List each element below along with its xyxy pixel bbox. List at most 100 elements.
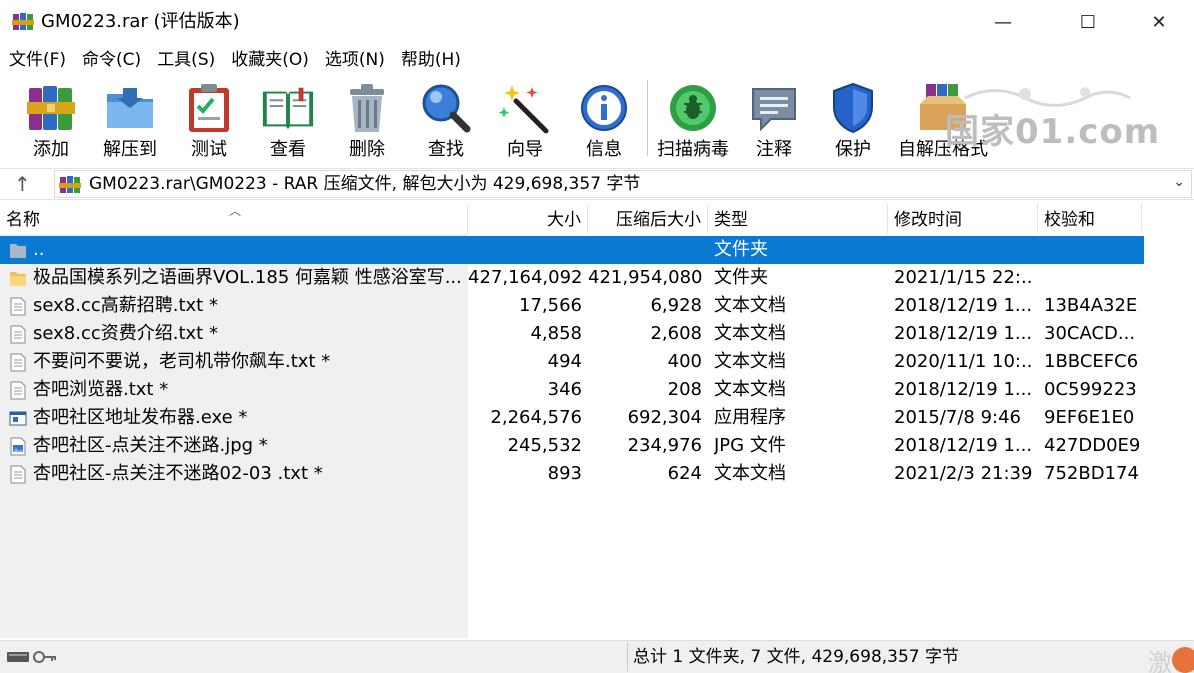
- text-file-icon: [10, 297, 26, 316]
- text-file-icon: [10, 353, 26, 372]
- image-file-icon: [10, 437, 26, 456]
- file-type: 应用程序: [714, 407, 786, 428]
- file-modified: [894, 236, 1034, 264]
- table-row[interactable]: 极品国模系列之语画界VOL.185 何嘉颖 性感浴室写... 427,164,0…: [0, 264, 1144, 292]
- table-row[interactable]: sex8.cc高薪招聘.txt * 17,566 6,928 文本文档 2018…: [0, 292, 1144, 320]
- file-name: 杏吧社区-点关注不迷路.jpg *: [33, 435, 268, 456]
- file-name: sex8.cc高薪招聘.txt *: [33, 295, 218, 316]
- winrar-app-icon: [12, 13, 34, 30]
- file-packed: 692,304: [627, 407, 702, 428]
- table-row[interactable]: sex8.cc资费介绍.txt * 4,858 2,608 文本文档 2018/…: [0, 320, 1144, 348]
- folder-extract-icon: [107, 88, 153, 128]
- file-name: 极品国模系列之语画界VOL.185 何嘉颖 性感浴室写...: [33, 267, 462, 288]
- file-modified: 2015/7/8 9:46: [894, 407, 1021, 428]
- maximize-button[interactable]: ☐: [1053, 0, 1123, 44]
- menu-bar: 文件(F) 命令(C) 工具(S) 收藏夹(O) 选项(N) 帮助(H): [0, 46, 1194, 74]
- column-type[interactable]: 类型: [708, 204, 888, 234]
- watermark-text: 国家01.com: [945, 112, 1161, 152]
- comment-button-label: 注释: [756, 139, 792, 160]
- table-row[interactable]: 杏吧社区-点关注不迷路02-03 .txt * 893 624 文本文档 202…: [0, 460, 1144, 488]
- menu-favorites[interactable]: 收藏夹(O): [222, 46, 316, 74]
- chevron-down-icon[interactable]: ⌄: [1173, 174, 1185, 190]
- file-modified: 2018/12/19 1...: [894, 323, 1033, 344]
- info-button[interactable]: 信息: [565, 76, 643, 164]
- extract-to-button[interactable]: 解压到: [91, 76, 169, 164]
- file-size: 2,264,576: [490, 407, 582, 428]
- file-packed: 400: [667, 351, 702, 372]
- folder-icon: [10, 272, 26, 286]
- file-type: 文本文档: [714, 379, 786, 400]
- file-crc: 0C599223: [1044, 379, 1137, 400]
- file-packed: 208: [667, 379, 702, 400]
- trash-can-icon: [350, 84, 384, 132]
- add-button-label: 添加: [33, 139, 69, 160]
- column-packed[interactable]: 压缩后大小: [588, 204, 708, 234]
- file-name: 不要问不要说，老司机带你飙车.txt *: [33, 351, 331, 372]
- text-file-icon: [10, 465, 26, 484]
- menu-options[interactable]: 选项(N): [316, 46, 392, 74]
- file-crc: 30CACD...: [1044, 323, 1136, 344]
- file-rows: .. 文件夹 极品国模系列之语画界VOL.185 何嘉颖 性感浴室写... 42…: [0, 236, 1144, 488]
- file-name: sex8.cc资费介绍.txt *: [33, 323, 218, 344]
- file-size: 245,532: [507, 435, 582, 456]
- column-modified[interactable]: 修改时间: [888, 204, 1038, 234]
- column-crc[interactable]: 校验和: [1038, 204, 1142, 234]
- file-modified: 2018/12/19 1...: [894, 379, 1033, 400]
- books-add-icon: [27, 86, 75, 130]
- status-divider: [627, 643, 628, 671]
- toolbar-separator: [647, 80, 648, 156]
- wizard-button[interactable]: 向导: [486, 76, 564, 164]
- delete-button[interactable]: 删除: [328, 76, 406, 164]
- file-size: 427,164,092: [468, 267, 582, 288]
- test-button[interactable]: 测试: [170, 76, 248, 164]
- file-size: 494: [547, 351, 582, 372]
- table-row[interactable]: 杏吧社区地址发布器.exe * 2,264,576 692,304 应用程序 2…: [0, 404, 1144, 432]
- table-row[interactable]: .. 文件夹: [0, 236, 1144, 264]
- comment-button[interactable]: 注释: [735, 76, 813, 164]
- path-field[interactable]: GM0223.rar\GM0223 - RAR 压缩文件, 解包大小为 429,…: [54, 170, 1192, 198]
- file-packed: [588, 236, 702, 264]
- close-button[interactable]: ✕: [1124, 0, 1194, 44]
- file-type: 文本文档: [714, 351, 786, 372]
- minimize-button[interactable]: —: [968, 0, 1038, 44]
- file-modified: 2021/1/15 22:...: [894, 267, 1034, 288]
- column-header: 名称 ︿ 大小 压缩后大小 类型 修改时间 校验和: [0, 204, 1142, 234]
- table-row[interactable]: 杏吧浏览器.txt * 346 208 文本文档 2018/12/19 1...…: [0, 376, 1144, 404]
- file-name: ..: [33, 239, 45, 260]
- file-crc: [1044, 236, 1142, 264]
- menu-tools[interactable]: 工具(S): [148, 46, 222, 74]
- menu-help[interactable]: 帮助(H): [392, 46, 468, 74]
- status-summary: 总计 1 文件夹, 7 文件, 429,698,357 字节: [633, 647, 960, 667]
- test-button-label: 测试: [191, 139, 227, 160]
- up-arrow-icon[interactable]: ↑: [14, 172, 31, 196]
- file-packed: 2,608: [650, 323, 702, 344]
- find-button[interactable]: 查找: [407, 76, 485, 164]
- table-row[interactable]: 不要问不要说，老司机带你飙车.txt * 494 400 文本文档 2020/1…: [0, 348, 1144, 376]
- view-button[interactable]: 查看: [249, 76, 327, 164]
- file-packed: 6,928: [650, 295, 702, 316]
- text-file-icon: [10, 381, 26, 400]
- text-file-icon: [10, 325, 26, 344]
- archive-icon: [59, 176, 81, 193]
- toolbar: 添加 解压到 测试 查看 删除 查找 向导 信息 扫描病毒 注释 保护 自解压格…: [0, 76, 1194, 164]
- table-row[interactable]: 杏吧社区-点关注不迷路.jpg * 245,532 234,976 JPG 文件…: [0, 432, 1144, 460]
- corner-badge-icon: [1172, 647, 1194, 673]
- file-crc: 9EF6E1E0: [1044, 407, 1135, 428]
- file-name: 杏吧社区-点关注不迷路02-03 .txt *: [33, 463, 323, 484]
- file-size: 4,858: [530, 323, 582, 344]
- menu-file[interactable]: 文件(F): [0, 46, 73, 74]
- magic-wand-icon: [498, 85, 549, 134]
- delete-button-label: 删除: [349, 139, 385, 160]
- add-button[interactable]: 添加: [12, 76, 90, 164]
- file-crc: 427DD0E9: [1044, 435, 1141, 456]
- scan-virus-button[interactable]: 扫描病毒: [654, 76, 732, 164]
- file-name: 杏吧社区地址发布器.exe *: [33, 407, 248, 428]
- info-button-label: 信息: [586, 139, 622, 160]
- path-text: GM0223.rar\GM0223 - RAR 压缩文件, 解包大小为 429,…: [89, 174, 641, 194]
- menu-commands[interactable]: 命令(C): [73, 46, 148, 74]
- scan-virus-button-label: 扫描病毒: [657, 139, 729, 160]
- column-size[interactable]: 大小: [468, 204, 588, 234]
- folder-icon: [10, 244, 26, 258]
- protect-button[interactable]: 保护: [814, 76, 892, 164]
- file-packed: 421,954,080: [588, 267, 702, 288]
